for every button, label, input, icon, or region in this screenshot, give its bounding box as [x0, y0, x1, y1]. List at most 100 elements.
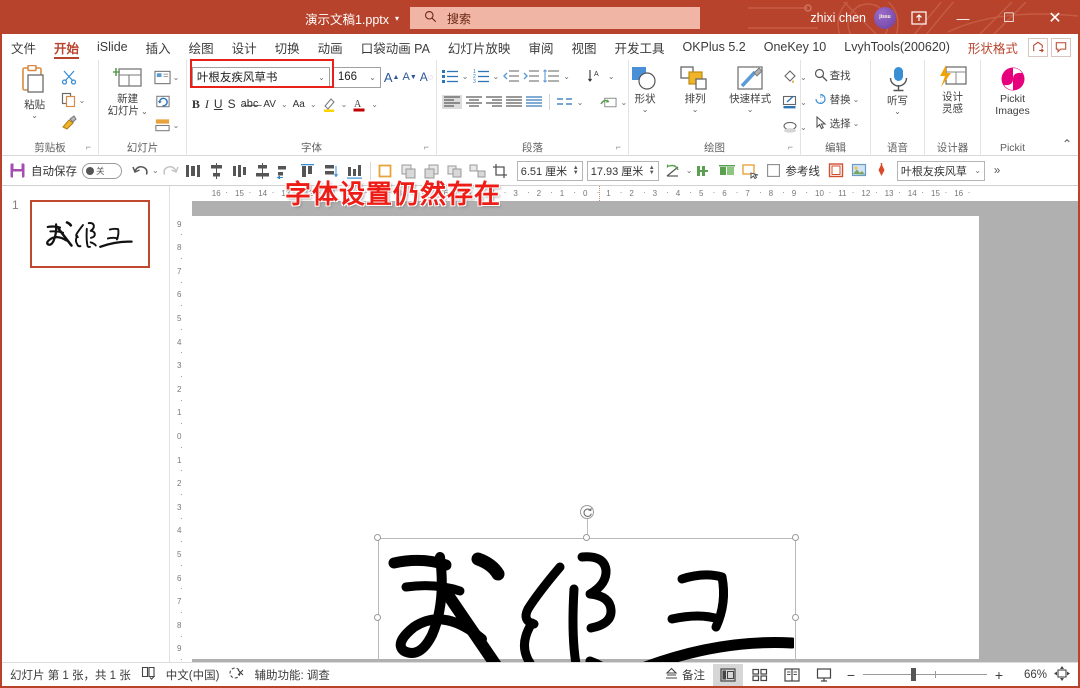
maximize-button[interactable]: ☐: [986, 2, 1032, 34]
font-color-icon[interactable]: A: [352, 96, 366, 112]
paste-button[interactable]: 粘贴 ⌄: [15, 65, 55, 120]
underline-button[interactable]: U: [214, 97, 223, 111]
shape-width-field[interactable]: 17.93 厘米 ▲ ▼: [586, 160, 659, 181]
cut-button[interactable]: [61, 67, 86, 87]
chevron-down-icon[interactable]: ⌄: [974, 166, 981, 175]
undo-icon[interactable]: [129, 159, 151, 183]
format-shape-pane-icon[interactable]: [739, 159, 761, 183]
copy-button[interactable]: ⌄: [61, 90, 85, 110]
qat-font-name-combobox[interactable]: 叶根友疾风草 ⌄: [896, 160, 985, 181]
chevron-down-icon[interactable]: ⌄: [281, 100, 288, 109]
search-box[interactable]: 搜索: [410, 7, 700, 29]
spinner-icon[interactable]: ▲ ▼: [573, 165, 579, 176]
bold-button[interactable]: B: [192, 97, 200, 112]
justify-icon[interactable]: [505, 96, 522, 108]
tab-onekey[interactable]: OneKey 10: [755, 34, 836, 60]
font-name-combobox[interactable]: 叶根友疾风草书 ⌄: [191, 66, 330, 88]
replace-button[interactable]: bc 替换 ⌄: [814, 89, 859, 109]
save-icon[interactable]: [6, 159, 28, 183]
slide-thumbnail[interactable]: [30, 200, 150, 268]
chevron-down-icon[interactable]: ⌄: [318, 73, 325, 82]
zoom-slider-handle[interactable]: [911, 668, 916, 681]
arrange-button[interactable]: 排列 ⌄: [672, 65, 718, 114]
resize-handle-nw[interactable]: [374, 534, 381, 541]
align-objects-middle-icon[interactable]: [252, 159, 274, 183]
slide-canvas[interactable]: [192, 216, 979, 662]
font-size-combobox[interactable]: 166 ⌄: [332, 66, 381, 88]
tab-home[interactable]: 开始: [45, 34, 88, 60]
find-button[interactable]: 查找: [814, 65, 851, 85]
quick-styles-button[interactable]: 快速样式 ⌄: [722, 65, 778, 114]
chevron-down-icon[interactable]: ⌄: [310, 100, 317, 109]
reset-button[interactable]: [154, 91, 180, 111]
chevron-down-icon[interactable]: ⌄: [686, 166, 693, 175]
ribbon-display-options-button[interactable]: [898, 2, 940, 34]
chevron-down-icon[interactable]: ⌄: [894, 108, 901, 116]
chevron-down-icon[interactable]: ⌄: [493, 72, 500, 81]
chevron-down-icon[interactable]: ⌄: [341, 100, 348, 109]
tab-okplus[interactable]: OKPlus 5.2: [673, 34, 754, 60]
section-button[interactable]: ⌄: [154, 115, 180, 135]
line-spacing-icon[interactable]: [543, 69, 560, 83]
increase-font-size-icon[interactable]: A ▲: [384, 70, 400, 85]
chevron-down-icon[interactable]: ⌄: [173, 121, 180, 130]
slide-frame-icon[interactable]: [825, 159, 847, 183]
accessibility-label[interactable]: 辅助功能: 调查: [254, 667, 329, 683]
language-label[interactable]: 中文(中国): [166, 667, 220, 683]
chevron-down-icon[interactable]: ▾: [395, 14, 399, 23]
dialog-launcher-icon[interactable]: ⌐: [616, 140, 621, 155]
dialog-launcher-icon[interactable]: ⌐: [788, 140, 793, 155]
reading-view-button[interactable]: [777, 664, 807, 686]
decrease-font-size-icon[interactable]: A ▼: [402, 71, 416, 83]
chevron-down-icon[interactable]: ⌄: [642, 106, 649, 114]
spinner-icon[interactable]: ▲ ▼: [649, 165, 655, 176]
zoom-out-button[interactable]: −: [841, 667, 861, 683]
tab-transitions[interactable]: 切换: [266, 34, 309, 60]
tab-insert[interactable]: 插入: [137, 34, 180, 60]
chevron-down-icon[interactable]: ⌄: [371, 100, 378, 109]
user-account[interactable]: zhixi chen jissu: [810, 2, 896, 34]
tab-view[interactable]: 视图: [562, 34, 605, 60]
notes-button[interactable]: 备注: [664, 667, 705, 683]
decrease-indent-icon[interactable]: [503, 69, 520, 83]
change-case-button[interactable]: Aa: [293, 99, 305, 110]
more-commands-button[interactable]: »: [994, 165, 1000, 177]
minimize-button[interactable]: —: [940, 2, 986, 34]
tab-animations[interactable]: 动画: [309, 34, 352, 60]
chevron-down-icon[interactable]: ⌄: [141, 108, 148, 116]
dialog-launcher-icon[interactable]: ⌐: [424, 140, 429, 155]
select-button[interactable]: 选择 ⌄: [814, 113, 859, 133]
chevron-down-icon[interactable]: ⌄: [608, 72, 615, 81]
normal-view-button[interactable]: [713, 663, 743, 686]
tab-islide[interactable]: iSlide: [88, 34, 137, 60]
align-objects-left-icon[interactable]: [183, 159, 205, 183]
tab-shape-format[interactable]: 形状格式: [959, 34, 1027, 60]
ruler-icon[interactable]: [716, 159, 738, 183]
tab-design[interactable]: 设计: [223, 34, 266, 60]
shape-height-field[interactable]: 6.51 厘米 ▲ ▼: [516, 160, 583, 181]
new-slide-button[interactable]: 新建 幻灯片 ⌄: [106, 65, 150, 117]
collapse-ribbon-button[interactable]: ⌃: [1062, 137, 1072, 151]
increase-indent-icon[interactable]: [523, 69, 540, 83]
resize-handle-ne[interactable]: [792, 534, 799, 541]
resize-handle-w[interactable]: [374, 614, 381, 621]
align-left-icon[interactable]: [441, 95, 462, 109]
tab-slideshow[interactable]: 幻灯片放映: [439, 34, 520, 60]
zoom-level-label[interactable]: 66%: [1011, 669, 1047, 681]
tab-review[interactable]: 审阅: [519, 34, 562, 60]
comment-icon[interactable]: [1051, 37, 1071, 57]
align-objects-center-icon[interactable]: [206, 159, 228, 183]
chevron-down-icon[interactable]: ⌄: [563, 72, 570, 81]
text-highlight-icon[interactable]: [322, 96, 336, 112]
text-shadow-button[interactable]: S: [228, 97, 236, 111]
slide-sorter-button[interactable]: [745, 664, 775, 686]
clear-formatting-icon[interactable]: A ◌: [420, 70, 433, 84]
distribute-icon[interactable]: [525, 96, 542, 108]
tab-developer[interactable]: 开发工具: [605, 34, 673, 60]
slide-count-label[interactable]: 幻灯片 第 1 张，共 1 张: [10, 667, 131, 683]
layout-button[interactable]: ⌄: [154, 67, 179, 87]
zoom-in-button[interactable]: +: [989, 667, 1009, 683]
chevron-down-icon[interactable]: ⌄: [747, 106, 754, 114]
chevron-down-icon[interactable]: ⌄: [692, 106, 699, 114]
picture-icon[interactable]: [848, 159, 870, 183]
